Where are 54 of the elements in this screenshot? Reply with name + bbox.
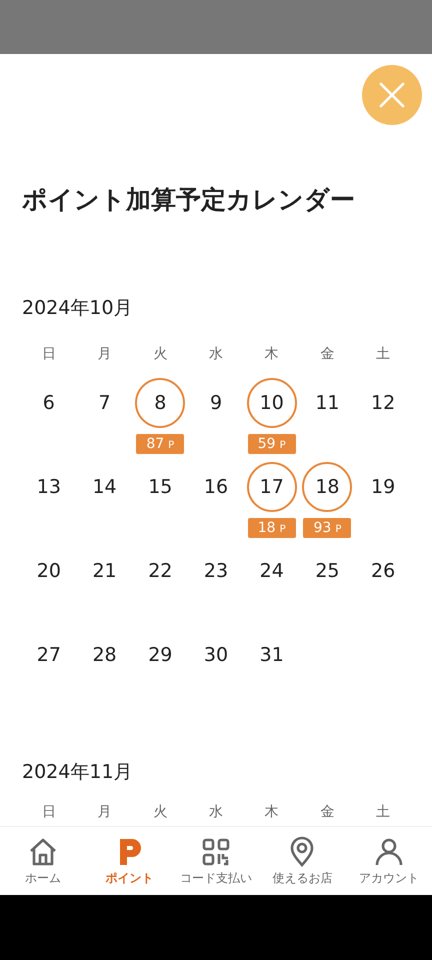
calendar-day[interactable]: 13 <box>24 462 74 512</box>
weekday-label: 土 <box>375 345 392 364</box>
weekday-label: 月 <box>96 803 113 822</box>
calendar-day[interactable]: 9 <box>190 378 241 428</box>
calendar-day[interactable]: 20 <box>24 546 74 596</box>
qr-code-icon <box>200 836 232 868</box>
nav-tab[interactable]: アカウント <box>346 827 432 895</box>
weekday-label: 火 <box>152 803 168 822</box>
calendar-day[interactable]: 27 <box>24 630 74 680</box>
calendar-day[interactable]: 12 <box>358 378 408 428</box>
nav-tab[interactable]: ホーム <box>0 827 86 895</box>
calendar-day[interactable]: 7 <box>80 378 130 428</box>
nav-tab[interactable]: コード支払い <box>172 827 260 895</box>
calendar-day[interactable]: 16 <box>190 462 241 512</box>
calendar-day[interactable]: 17 <box>246 462 297 512</box>
points-badge: 93 P <box>303 518 352 538</box>
calendar-day[interactable]: 21 <box>80 546 130 596</box>
page-title: ポイント加算予定カレンダー <box>22 184 356 216</box>
calendar-day[interactable]: 28 <box>80 630 130 680</box>
person-icon <box>372 836 405 868</box>
weekday-label: 金 <box>319 803 336 822</box>
calendar-day[interactable]: 22 <box>135 546 186 596</box>
points-badge: 59 P <box>248 434 296 454</box>
calendar-day[interactable]: 23 <box>190 546 241 596</box>
calendar-day[interactable]: 19 <box>358 462 408 512</box>
calendar-day[interactable]: 30 <box>190 630 241 680</box>
weekday-label: 水 <box>208 345 224 364</box>
calendar-day[interactable]: 31 <box>246 630 297 680</box>
weekday-label: 土 <box>375 803 392 822</box>
calendar-day[interactable]: 18 <box>302 462 352 512</box>
weekday-label: 火 <box>152 345 168 364</box>
calendar-day[interactable]: 29 <box>135 630 186 680</box>
calendar-day[interactable]: 15 <box>135 462 186 512</box>
weekday-label: 日 <box>40 345 57 364</box>
calendar-day[interactable]: 11 <box>302 378 352 428</box>
points-badge: 18 P <box>248 518 296 538</box>
weekday-label: 木 <box>264 345 280 364</box>
weekday-label: 日 <box>40 803 57 822</box>
points-badge: 87 P <box>136 434 184 454</box>
month-heading: 2024年11月 <box>22 760 134 784</box>
calendar-day[interactable]: 24 <box>246 546 297 596</box>
calendar-day[interactable]: 25 <box>302 546 352 596</box>
close-icon <box>379 82 405 108</box>
weekday-label: 水 <box>208 803 224 822</box>
weekday-label: 木 <box>264 803 280 822</box>
calendar-day[interactable]: 26 <box>358 546 408 596</box>
month-heading: 2024年10月 <box>22 296 134 320</box>
nav-tab[interactable]: 使えるお店 <box>259 827 346 895</box>
calendar-day[interactable]: 6 <box>24 378 74 428</box>
calendar-day[interactable]: 10 <box>246 378 297 428</box>
weekday-label: 月 <box>96 345 113 364</box>
calendar-day[interactable]: 8 <box>135 378 186 428</box>
calendar-day[interactable]: 14 <box>80 462 130 512</box>
weekday-label: 金 <box>319 345 336 364</box>
